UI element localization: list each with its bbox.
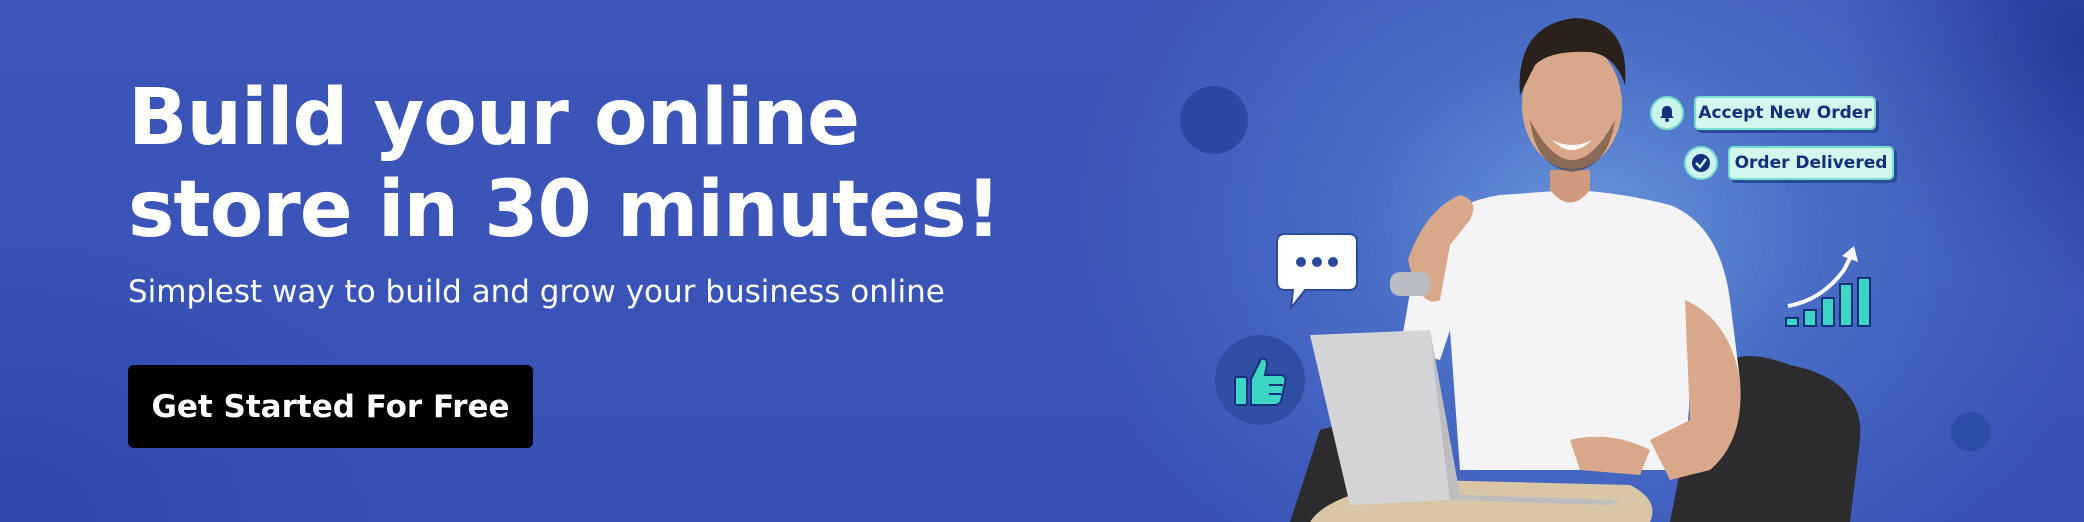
headline-line-1: Build your online [128,73,860,163]
decorative-circle [1951,412,1991,452]
bell-badge [1650,96,1684,130]
bell-icon [1660,106,1674,122]
headline-line-2: store in 30 minutes! [128,165,1001,255]
thumbs-up-icon [1234,357,1287,406]
get-started-button[interactable]: Get Started For Free [128,365,533,448]
check-badge [1684,146,1718,180]
hero-banner: Build your online store in 30 minutes! S… [0,0,2084,522]
order-delivered-pill: Order Delivered [1728,146,1894,180]
subheadline: Simplest way to build and grow your busi… [128,274,945,310]
headline: Build your online store in 30 minutes! [128,72,1001,256]
decorative-circle [1180,86,1248,154]
growth-chart-icon [1785,246,1871,327]
accept-new-order-pill: Accept New Order [1694,96,1876,130]
checkmark-icon [1692,154,1710,172]
